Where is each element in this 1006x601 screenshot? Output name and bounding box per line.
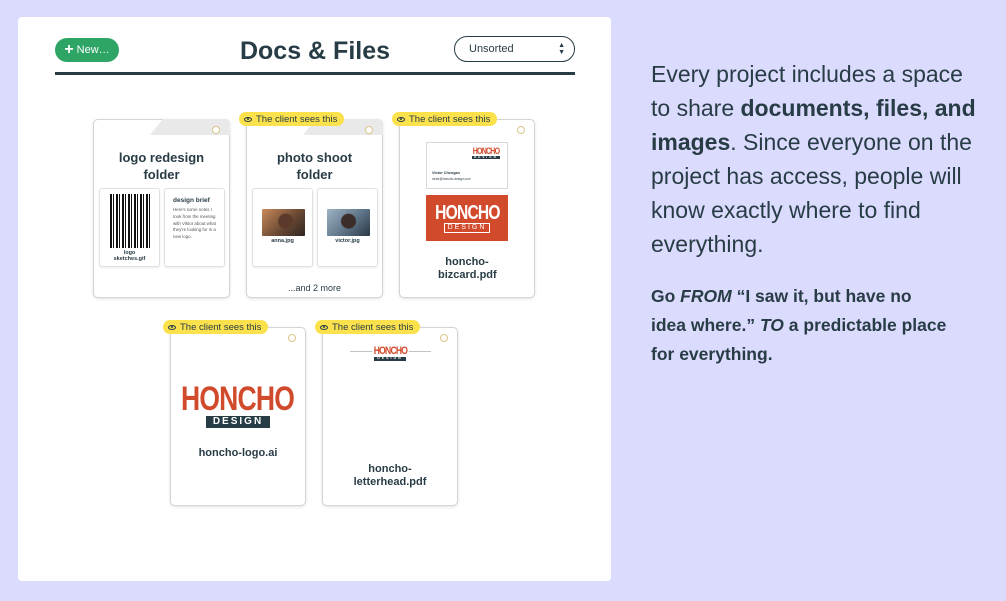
eye-icon: [168, 324, 176, 330]
new-button-label: New…: [76, 44, 110, 56]
sort-select[interactable]: Unsorted ▲ ▼: [454, 36, 575, 62]
client-visible-badge: The client sees this: [239, 112, 345, 126]
client-visible-badge: The client sees this: [315, 320, 421, 334]
folder-title: logo redesign folder: [118, 150, 205, 182]
select-arrows-icon: ▲ ▼: [558, 42, 565, 56]
client-visible-badge: The client sees this: [392, 112, 498, 126]
badge-label: The client sees this: [180, 321, 262, 333]
folder-card-logo-redesign[interactable]: logo redesign folder logo sketches.gif d…: [93, 119, 230, 298]
photo-victor: [327, 209, 370, 236]
honcho-logo-white: HONCHO DESIGN: [434, 202, 500, 233]
badge-label: The client sees this: [256, 113, 338, 125]
bizcard-back-preview: HONCHO DESIGN: [426, 195, 508, 241]
file-thumb-design-brief[interactable]: design brief Here's some notes I took fr…: [164, 188, 225, 267]
file-thumb-label: logo sketches.gif: [113, 250, 146, 262]
doc-title: design brief: [173, 197, 210, 204]
more-files-link[interactable]: ...and 2 more: [247, 283, 382, 293]
file-thumb-label: anna.jpg: [271, 238, 294, 244]
status-dot-icon: [517, 126, 525, 134]
bizcard-person: Victor Chengan: [432, 171, 460, 175]
file-thumb-logo-sketches[interactable]: logo sketches.gif: [99, 188, 160, 267]
honcho-mini-logo: HONCHO DESIGN: [472, 146, 500, 159]
eye-icon: [397, 116, 405, 122]
file-name: honcho-logo.ai: [198, 447, 278, 459]
tagline-emphasis: FROM: [680, 286, 732, 306]
status-dot-icon: [440, 334, 448, 342]
file-thumb-label: victor.jpg: [335, 238, 360, 244]
tagline-text: Go: [651, 286, 681, 306]
docs-files-panel: + New… Docs & Files Unsorted ▲ ▼ logo red…: [18, 17, 611, 581]
file-card-letterhead[interactable]: HONCHO DESIGN honcho-letterhead.pdf: [322, 327, 458, 506]
file-name: honcho-letterhead.pdf: [353, 463, 427, 488]
tagline-emphasis: TO: [759, 315, 784, 335]
folder-title: photo shoot folder: [276, 150, 353, 182]
file-card-logo-ai[interactable]: HONCHO DESIGN honcho-logo.ai: [170, 327, 306, 506]
file-thumb-anna[interactable]: anna.jpg: [252, 188, 313, 267]
bizcard-email: victor@honcho-design.com: [432, 177, 471, 181]
client-visible-badge: The client sees this: [163, 320, 269, 334]
badge-label: The client sees this: [409, 113, 491, 125]
file-card-bizcard[interactable]: HONCHO DESIGN Victor Chengan victor@honc…: [399, 119, 535, 298]
status-dot-icon: [288, 334, 296, 342]
status-dot-icon: [212, 126, 220, 134]
eye-icon: [320, 324, 328, 330]
folder-card-photo-shoot[interactable]: photo shoot folder anna.jpg victor.jpg .…: [246, 119, 383, 298]
file-thumb-victor[interactable]: victor.jpg: [317, 188, 378, 267]
doc-preview-text: Here's some notes I took from the meetin…: [173, 207, 216, 240]
honcho-mini-logo: HONCHO DESIGN: [371, 345, 409, 361]
new-button[interactable]: + New…: [55, 38, 119, 62]
honcho-logo: HONCHO DESIGN: [181, 380, 295, 428]
file-name: honcho-bizcard.pdf: [438, 256, 497, 281]
status-dot-icon: [365, 126, 373, 134]
sort-select-value: Unsorted: [469, 43, 514, 55]
bizcard-front-preview: HONCHO DESIGN Victor Chengan victor@honc…: [426, 142, 508, 189]
feature-description: Every project includes a space to share …: [651, 57, 981, 261]
sketches-image: [110, 194, 150, 248]
docs-header: + New… Docs & Files Unsorted ▲ ▼: [55, 35, 575, 75]
plus-icon: +: [64, 41, 74, 58]
badge-label: The client sees this: [332, 321, 414, 333]
eye-icon: [244, 116, 252, 122]
feature-tagline: Go FROM “I saw it, but have no idea wher…: [651, 282, 951, 369]
photo-anna: [262, 209, 305, 236]
